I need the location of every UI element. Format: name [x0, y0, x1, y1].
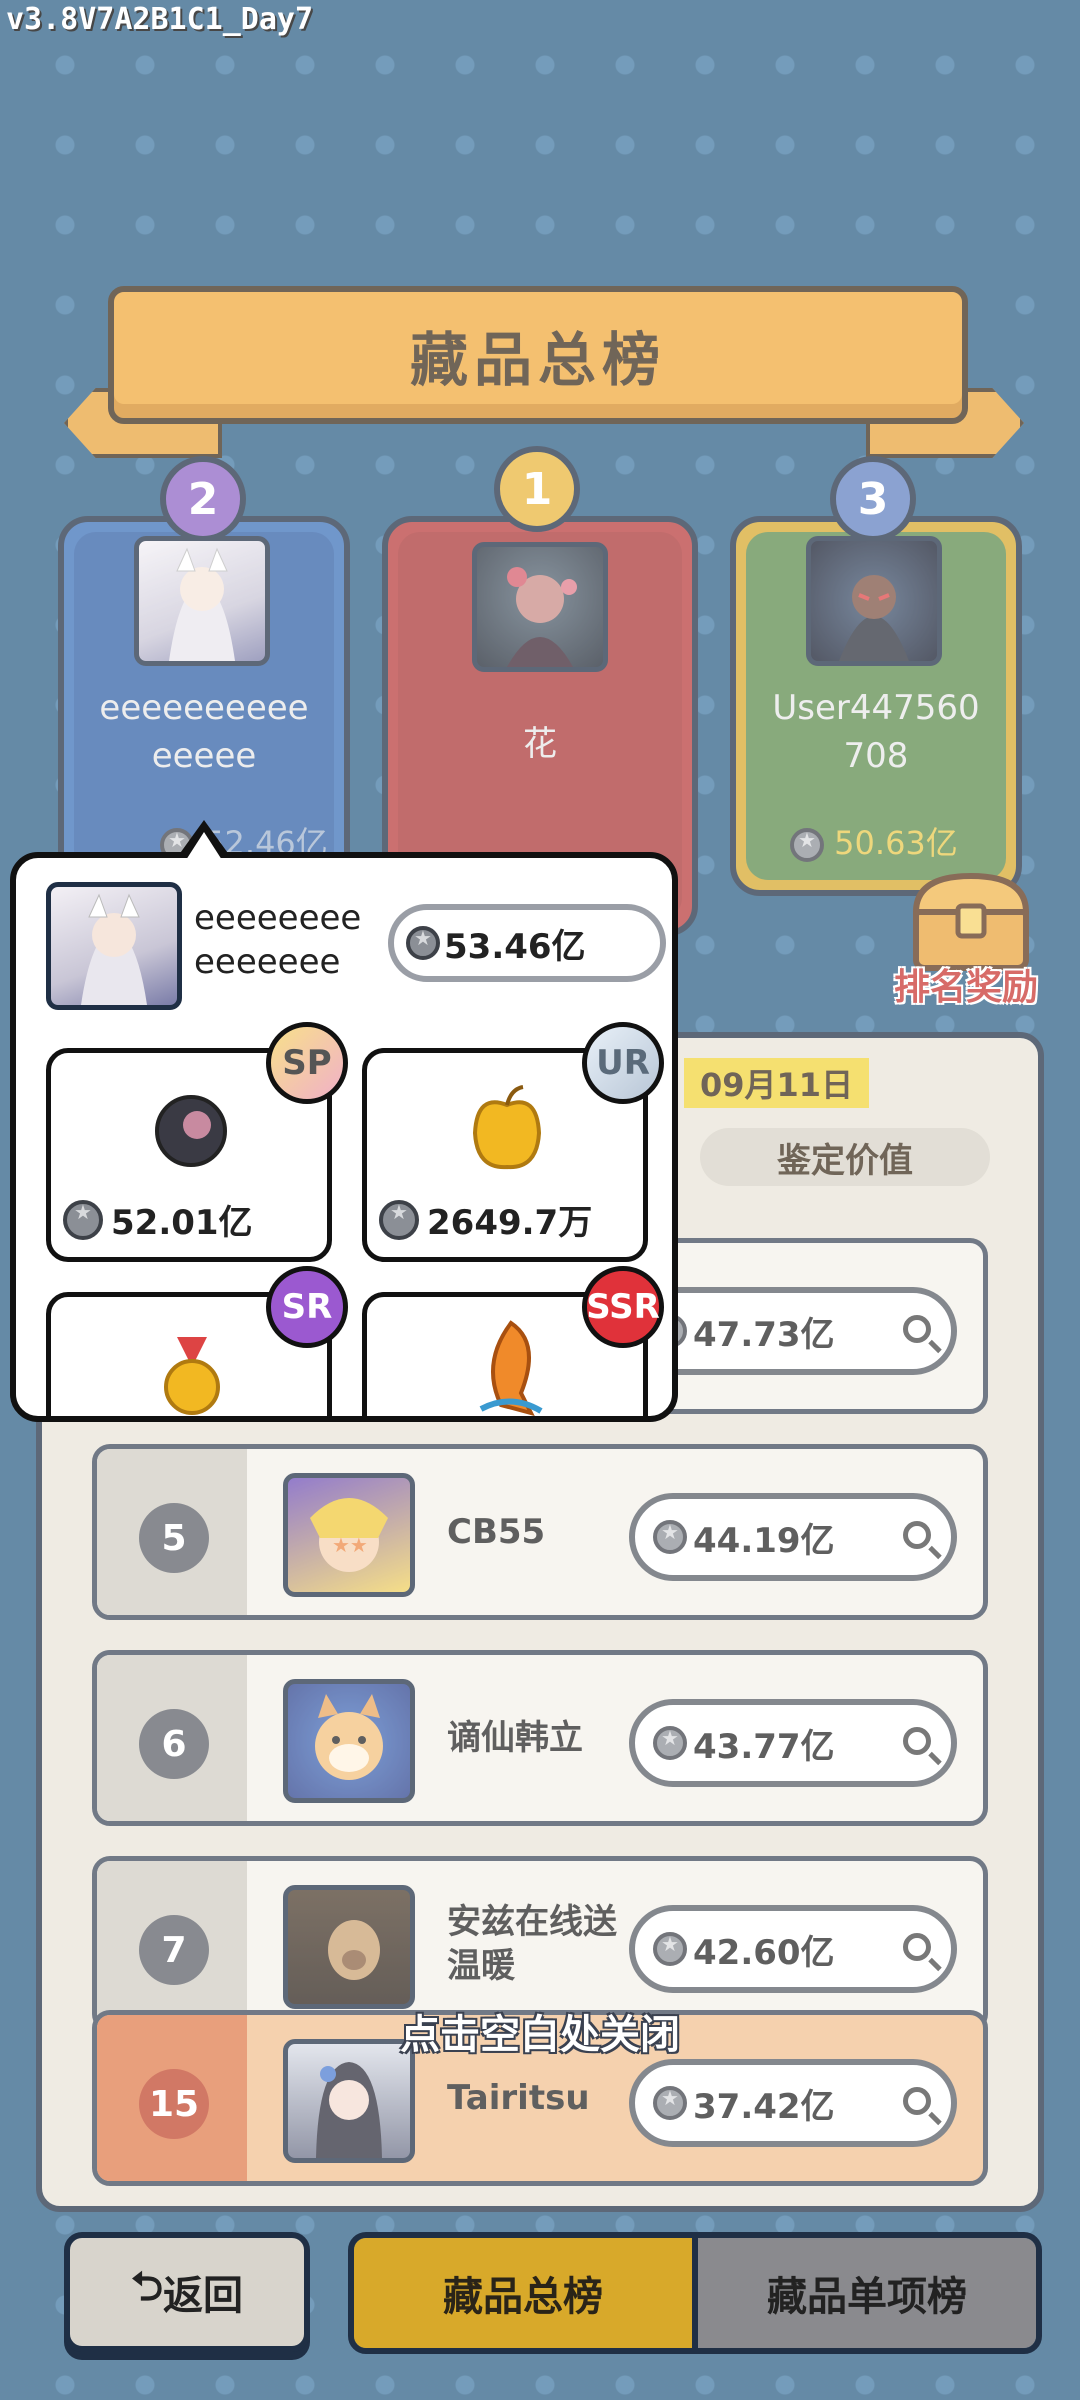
- tap-to-close-hint: 点击空白处关闭: [400, 2012, 680, 2058]
- coin-icon: [406, 926, 440, 960]
- value-pill[interactable]: 37.42亿: [629, 2059, 957, 2147]
- podium-value-rank-3: 50.63亿: [790, 818, 958, 864]
- table-row[interactable]: 5 ★★ CB55 44.19亿: [92, 1444, 988, 1620]
- back-arrow-icon: ⮌: [130, 2264, 164, 2310]
- rank-number: 6: [139, 1709, 209, 1779]
- podium-avatar-rank-1[interactable]: [472, 542, 608, 672]
- page-title: 藏品总榜: [409, 326, 666, 394]
- coin-icon: [63, 1199, 103, 1240]
- treasure-chest-icon[interactable]: [906, 872, 1036, 972]
- coin-icon: [790, 828, 824, 862]
- rank-number: 7: [139, 1915, 209, 1985]
- tab-total-collection[interactable]: 藏品总榜: [354, 2238, 692, 2348]
- ranking-reward-button[interactable]: 排名奖励: [894, 958, 1038, 1010]
- koi-fish-icon: [479, 1320, 543, 1416]
- popup-avatar: [46, 882, 182, 1010]
- rank-number: 15: [139, 2069, 209, 2139]
- avatar[interactable]: [283, 1679, 415, 1803]
- magnifier-icon[interactable]: [903, 1315, 931, 1343]
- coin-icon: [653, 1932, 687, 1966]
- player-name: 谪仙韩立: [447, 1718, 583, 1758]
- podium-name-rank-2: eeeeeeeeeeeeeee: [99, 688, 309, 776]
- rank-2-medal-icon: 2: [160, 456, 246, 542]
- rank-3-medal-icon: 3: [830, 456, 916, 542]
- back-button[interactable]: ⮌ 返回: [64, 2232, 310, 2352]
- bottom-tabs: 藏品总榜 藏品单项榜: [348, 2232, 1042, 2354]
- golden-apple-icon: [472, 1085, 542, 1170]
- coin-icon: [653, 1520, 687, 1554]
- page-title-banner: 藏品总榜: [108, 286, 968, 424]
- rarity-badge-sp: SP: [266, 1022, 348, 1104]
- coin-icon: [653, 2086, 687, 2120]
- medal-icon: [164, 1337, 220, 1415]
- value-pill[interactable]: 43.77亿: [629, 1699, 957, 1787]
- player-name: CB55: [447, 1512, 546, 1552]
- rank-1-medal-icon: 1: [494, 446, 580, 532]
- value-pill[interactable]: 42.60亿: [629, 1905, 957, 1993]
- avatar[interactable]: ★★: [283, 1473, 415, 1597]
- magnifier-icon[interactable]: [903, 2087, 931, 2115]
- rarity-badge-sr: SR: [266, 1266, 348, 1348]
- popup-pointer-inner: [186, 832, 222, 860]
- podium-avatar-rank-3[interactable]: [806, 536, 942, 666]
- orb-icon: [155, 1095, 227, 1167]
- avatar[interactable]: [283, 1885, 415, 2009]
- date-label: 09月11日: [684, 1058, 870, 1108]
- rarity-badge-ssr: SSR: [582, 1266, 664, 1348]
- popup-total-value: 53.46亿: [388, 904, 666, 982]
- value-pill[interactable]: 47.73亿: [629, 1287, 957, 1375]
- svg-text:★★: ★★: [332, 1533, 368, 1557]
- value-pill[interactable]: 44.19亿: [629, 1493, 957, 1581]
- appraisal-value-header: 鉴定价值: [700, 1128, 990, 1186]
- magnifier-icon[interactable]: [903, 1933, 931, 1961]
- coin-icon: [379, 1199, 419, 1240]
- rarity-badge-ur: UR: [582, 1022, 664, 1104]
- item-value: 2649.7万: [379, 1195, 592, 1244]
- podium-name-rank-1: 花: [523, 724, 557, 764]
- tab-single-collection[interactable]: 藏品单项榜: [692, 2238, 1036, 2348]
- magnifier-icon[interactable]: [903, 1521, 931, 1549]
- magnifier-icon[interactable]: [903, 1727, 931, 1755]
- table-row[interactable]: 6 谪仙韩立 43.77亿: [92, 1650, 988, 1826]
- rank-number: 5: [139, 1503, 209, 1573]
- coin-icon: [653, 1726, 687, 1760]
- podium-name-rank-3: User447560708: [772, 688, 980, 776]
- player-detail-popup: eeeeeeeeeeeeeee 53.46亿 52.01亿 SP 2649.7万…: [10, 852, 678, 1422]
- podium-avatar-rank-2[interactable]: [134, 536, 270, 666]
- popup-player-name: eeeeeeeeeeeeeee: [194, 898, 362, 982]
- item-value: 52.01亿: [63, 1195, 253, 1244]
- version-label: v3.8V7A2B1C1_Day7: [6, 2, 314, 37]
